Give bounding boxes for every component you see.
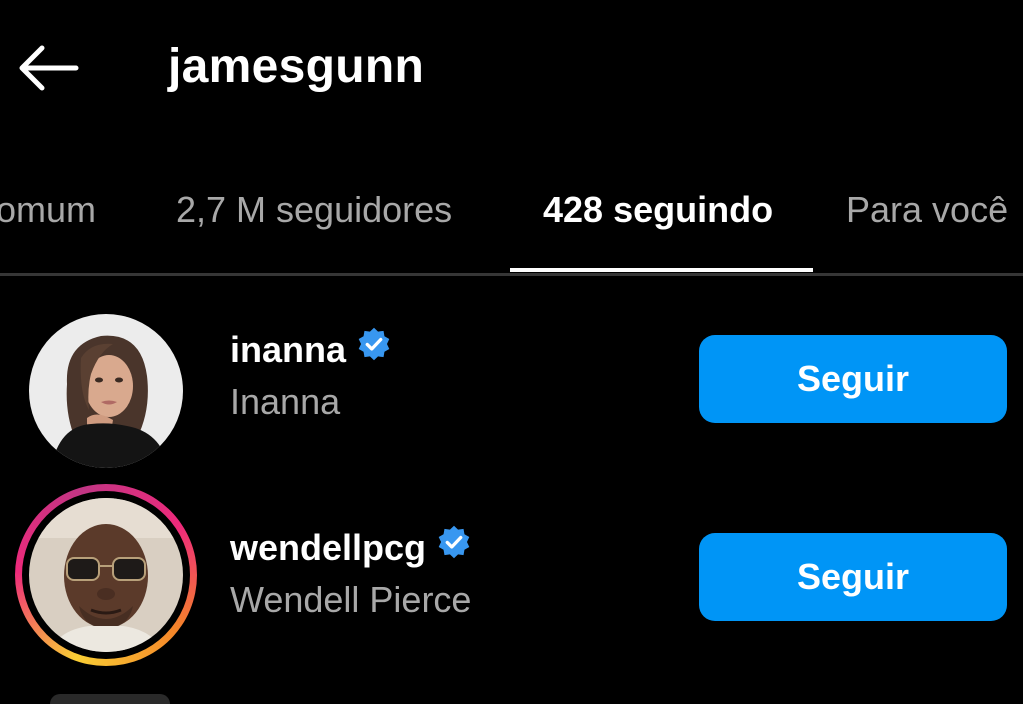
list-item: inanna Inanna Seguir xyxy=(0,276,1023,474)
page-title: jamesgunn xyxy=(168,40,425,93)
following-list: inanna Inanna Seguir wendellpcg Wendell … xyxy=(0,276,1023,704)
full-name: Wendell Pierce xyxy=(230,579,472,620)
avatar-story-button[interactable] xyxy=(15,484,197,666)
tab-for-you[interactable]: Para você xyxy=(846,188,1008,232)
active-tab-indicator xyxy=(510,268,813,272)
tab-common[interactable]: omum xyxy=(0,188,96,232)
verified-badge-icon xyxy=(436,524,472,570)
story-ring-gap xyxy=(22,491,190,659)
full-name: Inanna xyxy=(230,381,341,422)
username-text: wendellpcg xyxy=(230,527,427,568)
username[interactable]: inanna xyxy=(230,328,392,372)
top-bar: jamesgunn xyxy=(0,0,1023,140)
username[interactable]: wendellpcg xyxy=(230,526,472,570)
list-item: wendellpcg Wendell Pierce Seguir xyxy=(0,474,1023,672)
tab-followers[interactable]: 2,7 M seguidores xyxy=(176,188,452,232)
back-button[interactable] xyxy=(14,40,82,96)
next-list-item-avatar[interactable] xyxy=(50,694,170,704)
tab-following[interactable]: 428 seguindo xyxy=(543,188,773,232)
avatar xyxy=(29,498,183,652)
follow-button[interactable]: Seguir xyxy=(699,533,1007,621)
avatar-button[interactable] xyxy=(15,300,197,482)
avatar xyxy=(29,314,183,468)
verified-badge-icon xyxy=(356,326,392,372)
follow-button[interactable]: Seguir xyxy=(699,335,1007,423)
arrow-left-icon xyxy=(19,45,79,91)
username-text: inanna xyxy=(230,329,347,370)
tab-bar: omum 2,7 M seguidores 428 seguindo Para … xyxy=(0,150,1023,275)
